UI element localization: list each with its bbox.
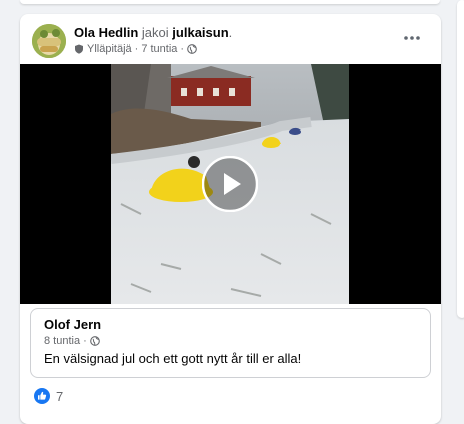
reaction-count: 7 — [56, 388, 64, 404]
more-options-button[interactable] — [398, 28, 426, 48]
shield-icon — [75, 44, 83, 54]
globe-icon[interactable] — [89, 336, 100, 346]
globe-icon[interactable] — [187, 44, 197, 54]
like-icon — [34, 388, 50, 404]
author-avatar[interactable] — [32, 24, 66, 58]
action-verb: jakoi — [141, 25, 169, 40]
separator: · — [134, 43, 139, 55]
shared-post-time[interactable]: 8 tuntia — [44, 335, 80, 347]
shared-author-name[interactable]: Olof Jern — [44, 317, 101, 332]
video-player[interactable] — [20, 64, 441, 304]
shared-post-meta: 8 tuntia · — [44, 335, 100, 347]
author-name[interactable]: Ola Hedlin — [74, 25, 138, 40]
side-panel-edge — [457, 0, 464, 318]
reactions-summary[interactable]: 7 — [34, 388, 63, 404]
more-dots-icon — [404, 36, 420, 40]
post-header: Ola Hedlin jakoi julkaisun. — [74, 25, 232, 40]
role-label: Ylläpitäjä — [87, 43, 132, 55]
post-meta: Ylläpitäjä · 7 tuntia · — [74, 43, 197, 55]
shared-post-card[interactable]: Olof Jern 8 tuntia · En välsignad jul oc… — [30, 308, 431, 378]
separator: · — [83, 335, 87, 347]
separator: · — [180, 43, 185, 55]
shared-post-link[interactable]: julkaisun — [172, 25, 228, 40]
action-end: . — [228, 25, 233, 40]
shared-post-text: En välsignad jul och ett gott nytt år ti… — [44, 351, 302, 366]
previous-card-edge — [20, 0, 440, 4]
play-icon[interactable] — [202, 156, 258, 212]
post-time[interactable]: 7 tuntia — [141, 43, 177, 55]
feed-post: Ola Hedlin jakoi julkaisun. Ylläpitäjä ·… — [20, 14, 441, 424]
